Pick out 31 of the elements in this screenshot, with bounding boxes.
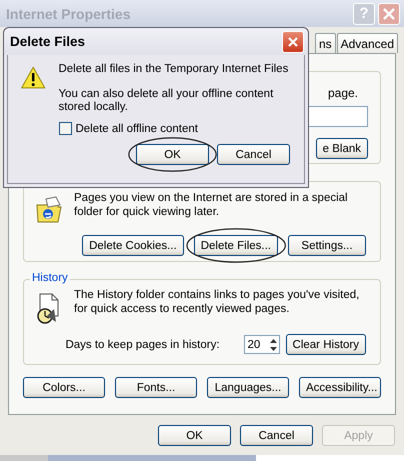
button[interactable]: Languages... [207, 377, 289, 398]
dialog-note: You can also delete all your offline content stored locally. [58, 88, 274, 114]
close-button[interactable] [282, 30, 304, 52]
button[interactable]: Settings... [288, 235, 366, 256]
group-title: History [30, 272, 70, 284]
close-icon [382, 6, 396, 20]
button[interactable]: OK [158, 425, 231, 446]
button[interactable]: Colors... [23, 377, 105, 398]
tab[interactable]: Advanced [336, 33, 398, 53]
window-title: Internet Properties [6, 6, 130, 22]
clear-history-button[interactable]: Clear History [286, 334, 366, 355]
days-spinner[interactable]: 20 [244, 335, 280, 354]
use-blank-button[interactable]: e Blank [316, 138, 368, 159]
temporary-files-description: Pages you view on the Internet are stored in a special folder for quick viewing later. [74, 191, 349, 219]
button[interactable]: Cancel [240, 425, 313, 446]
dialog-title: Delete Files [10, 34, 86, 49]
checkbox-label: Delete all offline content [75, 122, 198, 134]
dialog-message: Delete all files in the Temporary Internet Files [58, 63, 290, 76]
close-icon [287, 36, 299, 48]
button[interactable]: Cancel [217, 144, 290, 165]
home-page-text: page. [328, 86, 358, 100]
button[interactable]: Delete Files... [194, 235, 278, 256]
button[interactable]: Accessibility... [299, 377, 381, 398]
days-label: Days to keep pages in history: [65, 338, 220, 350]
button[interactable]: Fonts... [115, 377, 197, 398]
history-description: The History folder contains links to pages you've visited, for quick access to recently viewed pages. [74, 288, 360, 316]
tab[interactable]: ns [314, 33, 336, 53]
button[interactable]: Delete Cookies... [82, 235, 184, 256]
checkbox[interactable] [59, 122, 72, 135]
button[interactable]: OK [136, 144, 209, 165]
folder-icon [34, 195, 64, 225]
